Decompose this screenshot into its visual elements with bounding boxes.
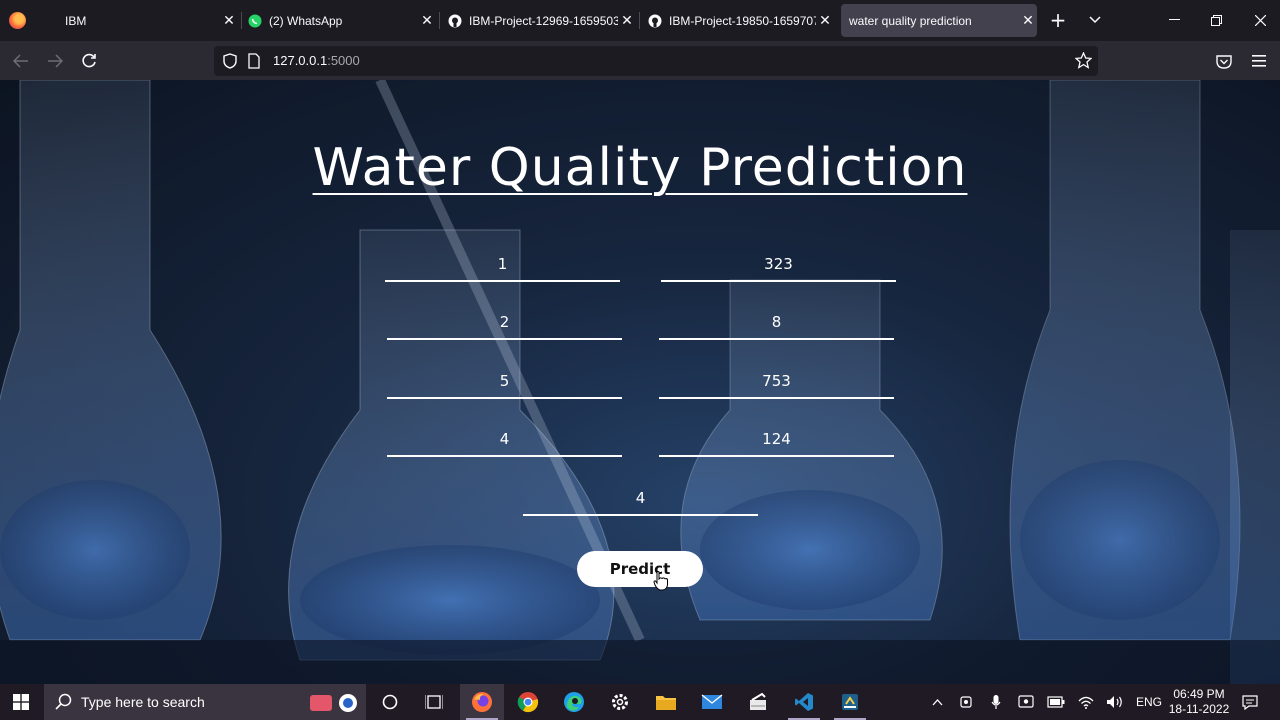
input-field-1[interactable]: [385, 248, 620, 282]
clock-date: 18-11-2022: [1168, 702, 1230, 716]
pocket-icon[interactable]: [1212, 49, 1236, 73]
taskbar-clock[interactable]: 06:49 PM 18-11-2022: [1166, 687, 1232, 717]
firefox-menu-icon[interactable]: [9, 12, 26, 29]
firefox-taskbar-icon[interactable]: [460, 684, 504, 720]
hand-pointer-cursor-icon: [653, 571, 668, 591]
close-icon[interactable]: ✕: [618, 12, 636, 29]
tab-divider: [439, 12, 440, 29]
tab-divider: [241, 12, 242, 29]
page-title: Water Quality Prediction: [0, 138, 1280, 198]
close-window-icon[interactable]: [1250, 8, 1270, 32]
forward-arrow-icon[interactable]: [43, 49, 67, 73]
input-field-2[interactable]: [661, 248, 896, 282]
mail-icon[interactable]: [690, 684, 734, 720]
battery-icon[interactable]: [1046, 684, 1066, 720]
file-explorer-icon[interactable]: [644, 684, 688, 720]
tracking-protection-shield-icon[interactable]: [223, 53, 237, 73]
meet-now-icon[interactable]: [956, 684, 976, 720]
input-field-3[interactable]: [387, 306, 622, 340]
input-field-4[interactable]: [659, 306, 894, 340]
notepad-pen-icon[interactable]: [736, 684, 780, 720]
restore-window-icon[interactable]: [1206, 8, 1226, 32]
bookmark-star-icon[interactable]: [1074, 51, 1093, 73]
tab-label: IBM-Project-19850-16597079: [669, 13, 816, 28]
url-port: :5000: [327, 53, 360, 68]
input-field-5[interactable]: [387, 365, 622, 399]
cortana-icon[interactable]: [368, 684, 412, 720]
settings-gear-icon[interactable]: [598, 684, 642, 720]
chrome-taskbar-icon[interactable]: [506, 684, 550, 720]
screen-capture-icon[interactable]: [1016, 684, 1036, 720]
vscode-taskbar-icon[interactable]: [782, 684, 826, 720]
address-bar[interactable]: 127.0.0.1:5000: [214, 46, 1098, 76]
input-field-6[interactable]: [659, 365, 894, 399]
url-host: 127.0.0.1: [273, 53, 328, 68]
tab-label: (2) WhatsApp: [269, 13, 343, 28]
url-text[interactable]: 127.0.0.1:5000: [273, 53, 360, 68]
new-tab-plus-icon[interactable]: +: [1046, 8, 1070, 32]
close-icon[interactable]: ✕: [816, 12, 834, 29]
whatsapp-icon: [248, 14, 262, 28]
microphone-icon[interactable]: [986, 684, 1006, 720]
back-arrow-icon[interactable]: [9, 49, 33, 73]
input-field-8[interactable]: [659, 423, 894, 457]
tab-github-project-19850[interactable]: IBM-Project-19850-16597079 ✕: [648, 4, 834, 37]
list-all-tabs-chevron-icon[interactable]: [1084, 8, 1106, 32]
search-placeholder: Type here to search: [81, 694, 205, 710]
blank-page-icon: [44, 14, 58, 28]
close-icon[interactable]: ✕: [1019, 12, 1037, 29]
predict-button[interactable]: Predict: [577, 551, 703, 587]
close-icon[interactable]: ✕: [418, 12, 436, 29]
task-view-icon[interactable]: [412, 684, 456, 720]
minimize-window-icon[interactable]: [1164, 8, 1184, 32]
input-field-7[interactable]: [387, 423, 622, 457]
hamburger-menu-icon[interactable]: [1247, 49, 1271, 73]
input-field-9[interactable]: [523, 482, 758, 516]
tab-water-quality-prediction[interactable]: water quality prediction ✕: [841, 4, 1037, 37]
tab-label: IBM: [65, 13, 87, 28]
windows-taskbar: Type here to search ENG 06:49 PM 18-11-2…: [0, 684, 1280, 720]
search-icon: [55, 693, 72, 714]
show-hidden-icons-chevron-icon[interactable]: [928, 684, 946, 720]
windows-start-icon[interactable]: [0, 684, 42, 720]
github-icon: [448, 14, 462, 28]
clock-time: 06:49 PM: [1173, 687, 1225, 701]
browser-tab-strip: IBM ✕ (2) WhatsApp ✕ IBM-Project-12969-1…: [0, 0, 1280, 41]
reload-icon[interactable]: [77, 49, 101, 73]
web-page: Water Quality Prediction Predict: [0, 80, 1280, 684]
volume-icon[interactable]: [1104, 684, 1126, 720]
search-highlight-icon: [308, 692, 358, 718]
close-icon[interactable]: ✕: [220, 12, 238, 29]
notifications-icon[interactable]: [1238, 684, 1262, 720]
edge-taskbar-icon[interactable]: [552, 684, 596, 720]
page-title-text: Water Quality Prediction: [312, 138, 968, 198]
taskbar-search-box[interactable]: Type here to search: [44, 684, 366, 720]
tab-label: water quality prediction: [849, 13, 972, 28]
tab-whatsapp[interactable]: (2) WhatsApp ✕: [248, 4, 436, 37]
input-language-indicator[interactable]: ENG: [1134, 684, 1164, 720]
wifi-icon[interactable]: [1076, 684, 1096, 720]
browser-toolbar: 127.0.0.1:5000: [0, 41, 1280, 80]
tab-ibm[interactable]: IBM ✕: [44, 4, 238, 37]
tab-github-project-12969[interactable]: IBM-Project-12969-16595037 ✕: [448, 4, 636, 37]
tab-divider: [639, 12, 640, 29]
python-app-taskbar-icon[interactable]: [828, 684, 872, 720]
github-icon: [648, 14, 662, 28]
page-info-icon[interactable]: [248, 53, 260, 73]
tab-label: IBM-Project-12969-16595037: [469, 13, 618, 28]
